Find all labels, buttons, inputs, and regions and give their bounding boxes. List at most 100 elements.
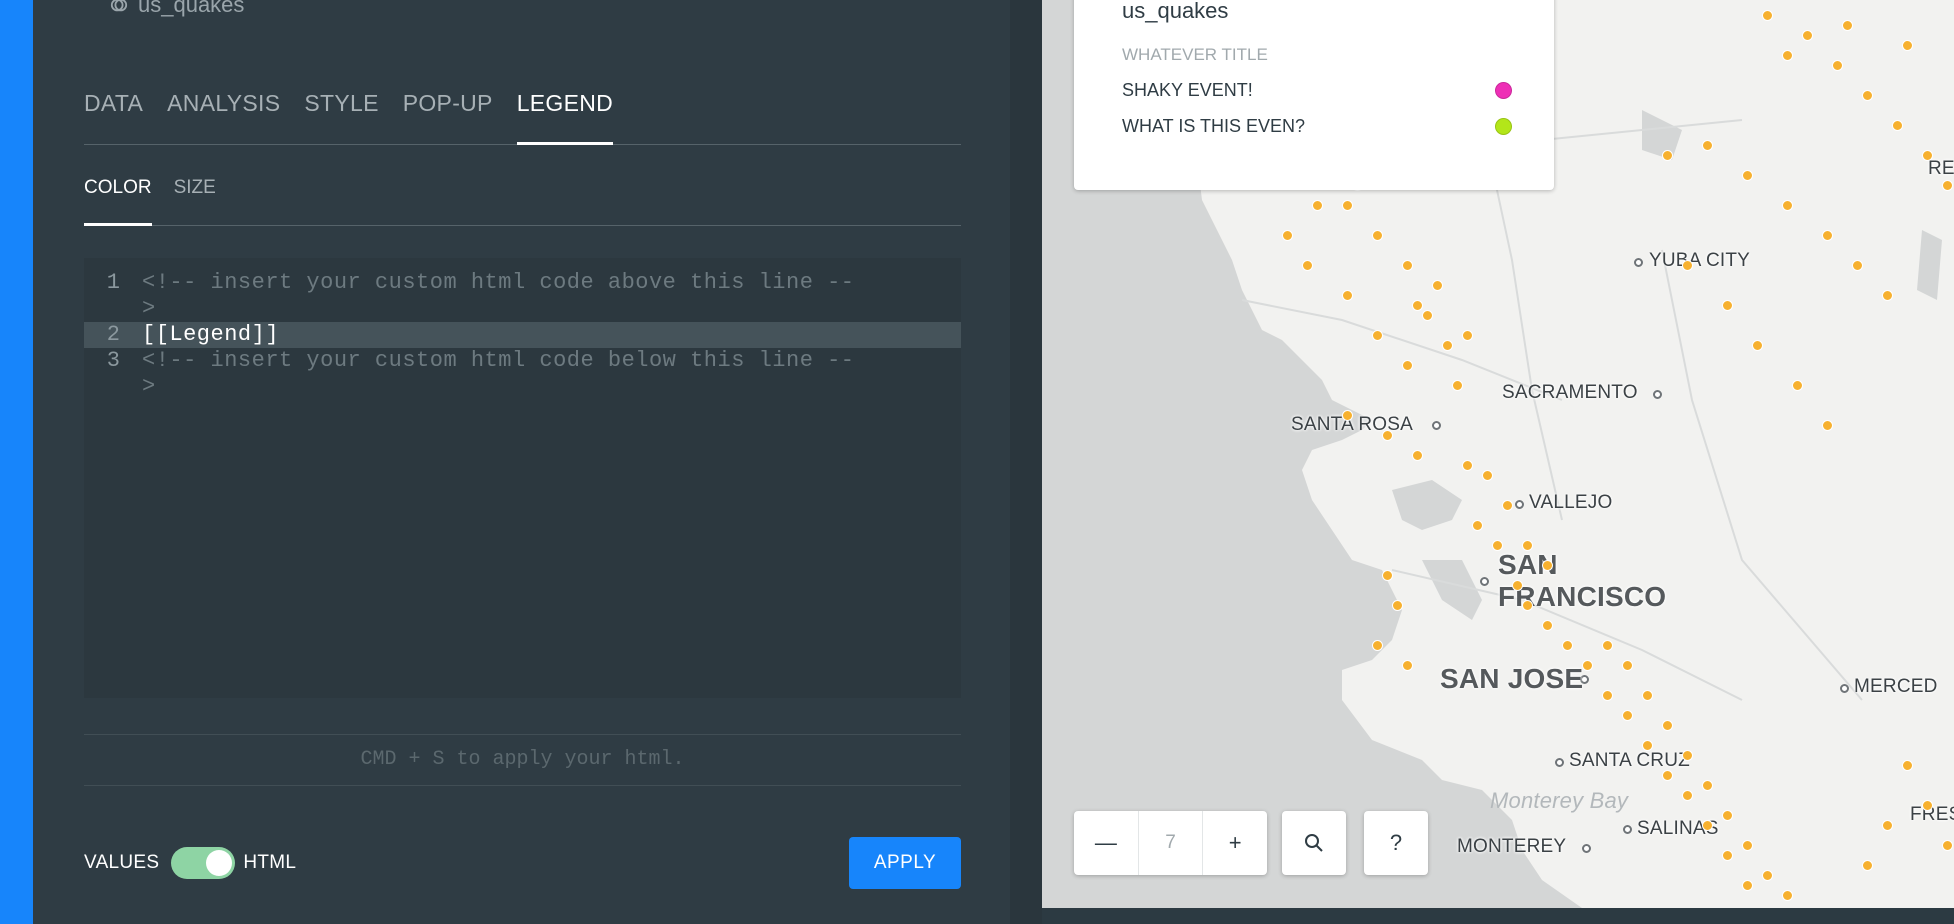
quake-point[interactable] — [1902, 40, 1913, 51]
quake-point[interactable] — [1312, 200, 1323, 211]
quake-point[interactable] — [1852, 260, 1863, 271]
quake-point[interactable] — [1722, 300, 1733, 311]
quake-point[interactable] — [1662, 720, 1673, 731]
quake-point[interactable] — [1622, 710, 1633, 721]
tab-style[interactable]: STYLE — [304, 84, 378, 138]
quake-point[interactable] — [1602, 690, 1613, 701]
quake-point[interactable] — [1882, 820, 1893, 831]
quake-point[interactable] — [1302, 260, 1313, 271]
quake-point[interactable] — [1412, 450, 1423, 461]
quake-point[interactable] — [1642, 690, 1653, 701]
quake-point[interactable] — [1412, 300, 1423, 311]
quake-point[interactable] — [1342, 410, 1353, 421]
values-html-toggle[interactable] — [171, 847, 236, 879]
quake-point[interactable] — [1622, 660, 1633, 671]
quake-point[interactable] — [1682, 790, 1693, 801]
quake-point[interactable] — [1492, 540, 1503, 551]
quake-point[interactable] — [1512, 580, 1523, 591]
tab-popup[interactable]: POP-UP — [403, 84, 493, 138]
quake-point[interactable] — [1402, 260, 1413, 271]
water-label: Monterey Bay — [1490, 788, 1629, 813]
quake-point[interactable] — [1702, 820, 1713, 831]
quake-point[interactable] — [1742, 840, 1753, 851]
quake-point[interactable] — [1922, 150, 1933, 161]
quake-point[interactable] — [1442, 340, 1453, 351]
quake-point[interactable] — [1602, 640, 1613, 651]
quake-point[interactable] — [1472, 520, 1483, 531]
quake-point[interactable] — [1662, 150, 1673, 161]
quake-point[interactable] — [1402, 360, 1413, 371]
quake-point[interactable] — [1402, 660, 1413, 671]
quake-point[interactable] — [1942, 180, 1953, 191]
quake-point[interactable] — [1862, 90, 1873, 101]
quake-point[interactable] — [1342, 290, 1353, 301]
quake-point[interactable] — [1802, 30, 1813, 41]
quake-point[interactable] — [1522, 600, 1533, 611]
quake-point[interactable] — [1752, 340, 1763, 351]
quake-point[interactable] — [1682, 260, 1693, 271]
quake-point[interactable] — [1742, 170, 1753, 181]
quake-point[interactable] — [1372, 330, 1383, 341]
code-text[interactable]: [[Legend]] — [142, 322, 862, 348]
quake-point[interactable] — [1722, 810, 1733, 821]
tab-data[interactable]: DATA — [84, 84, 143, 138]
map-search-button[interactable] — [1282, 811, 1346, 875]
quake-point[interactable] — [1282, 230, 1293, 241]
quake-point[interactable] — [1502, 500, 1513, 511]
quake-point[interactable] — [1382, 430, 1393, 441]
quake-point[interactable] — [1942, 840, 1953, 851]
quake-point[interactable] — [1432, 280, 1443, 291]
city-marker — [1555, 758, 1564, 767]
quake-point[interactable] — [1582, 660, 1593, 671]
quake-point[interactable] — [1562, 640, 1573, 651]
quake-point[interactable] — [1782, 890, 1793, 901]
tab-analysis[interactable]: ANALYSIS — [167, 84, 280, 138]
map-help-button[interactable]: ? — [1364, 811, 1428, 875]
quake-point[interactable] — [1372, 230, 1383, 241]
quake-point[interactable] — [1832, 60, 1843, 71]
tab-legend[interactable]: LEGEND — [516, 84, 614, 145]
html-code-editor[interactable]: 1 <!-- insert your custom html code abov… — [84, 258, 961, 698]
quake-point[interactable] — [1822, 420, 1833, 431]
quake-point[interactable] — [1782, 50, 1793, 61]
quake-point[interactable] — [1542, 560, 1553, 571]
quake-point[interactable] — [1762, 10, 1773, 21]
quake-point[interactable] — [1372, 640, 1383, 651]
quake-point[interactable] — [1762, 870, 1773, 881]
quake-point[interactable] — [1682, 750, 1693, 761]
quake-point[interactable] — [1782, 200, 1793, 211]
code-text[interactable]: <!-- insert your custom html code above … — [142, 270, 862, 322]
quake-point[interactable] — [1742, 880, 1753, 891]
quake-point[interactable] — [1342, 200, 1353, 211]
city-marker — [1582, 844, 1591, 853]
zoom-out-button[interactable]: — — [1074, 811, 1138, 875]
subtab-size[interactable]: SIZE — [174, 170, 216, 225]
zoom-in-button[interactable]: + — [1203, 811, 1267, 875]
quake-point[interactable] — [1642, 740, 1653, 751]
quake-point[interactable] — [1882, 290, 1893, 301]
code-text[interactable]: <!-- insert your custom html code below … — [142, 348, 862, 400]
quake-point[interactable] — [1462, 460, 1473, 471]
quake-point[interactable] — [1822, 230, 1833, 241]
quake-point[interactable] — [1522, 540, 1533, 551]
quake-point[interactable] — [1902, 760, 1913, 771]
quake-point[interactable] — [1422, 310, 1433, 321]
quake-point[interactable] — [1842, 20, 1853, 31]
quake-point[interactable] — [1862, 860, 1873, 871]
apply-button[interactable]: APPLY — [849, 837, 961, 889]
quake-point[interactable] — [1702, 780, 1713, 791]
quake-point[interactable] — [1662, 770, 1673, 781]
quake-point[interactable] — [1792, 380, 1803, 391]
quake-point[interactable] — [1482, 470, 1493, 481]
quake-point[interactable] — [1462, 330, 1473, 341]
quake-point[interactable] — [1542, 620, 1553, 631]
quake-point[interactable] — [1892, 120, 1903, 131]
quake-point[interactable] — [1382, 570, 1393, 581]
quake-point[interactable] — [1392, 600, 1403, 611]
quake-point[interactable] — [1922, 800, 1933, 811]
html-label: HTML — [243, 852, 297, 873]
quake-point[interactable] — [1702, 140, 1713, 151]
quake-point[interactable] — [1452, 380, 1463, 391]
quake-point[interactable] — [1722, 850, 1733, 861]
subtab-color[interactable]: COLOR — [84, 170, 152, 226]
